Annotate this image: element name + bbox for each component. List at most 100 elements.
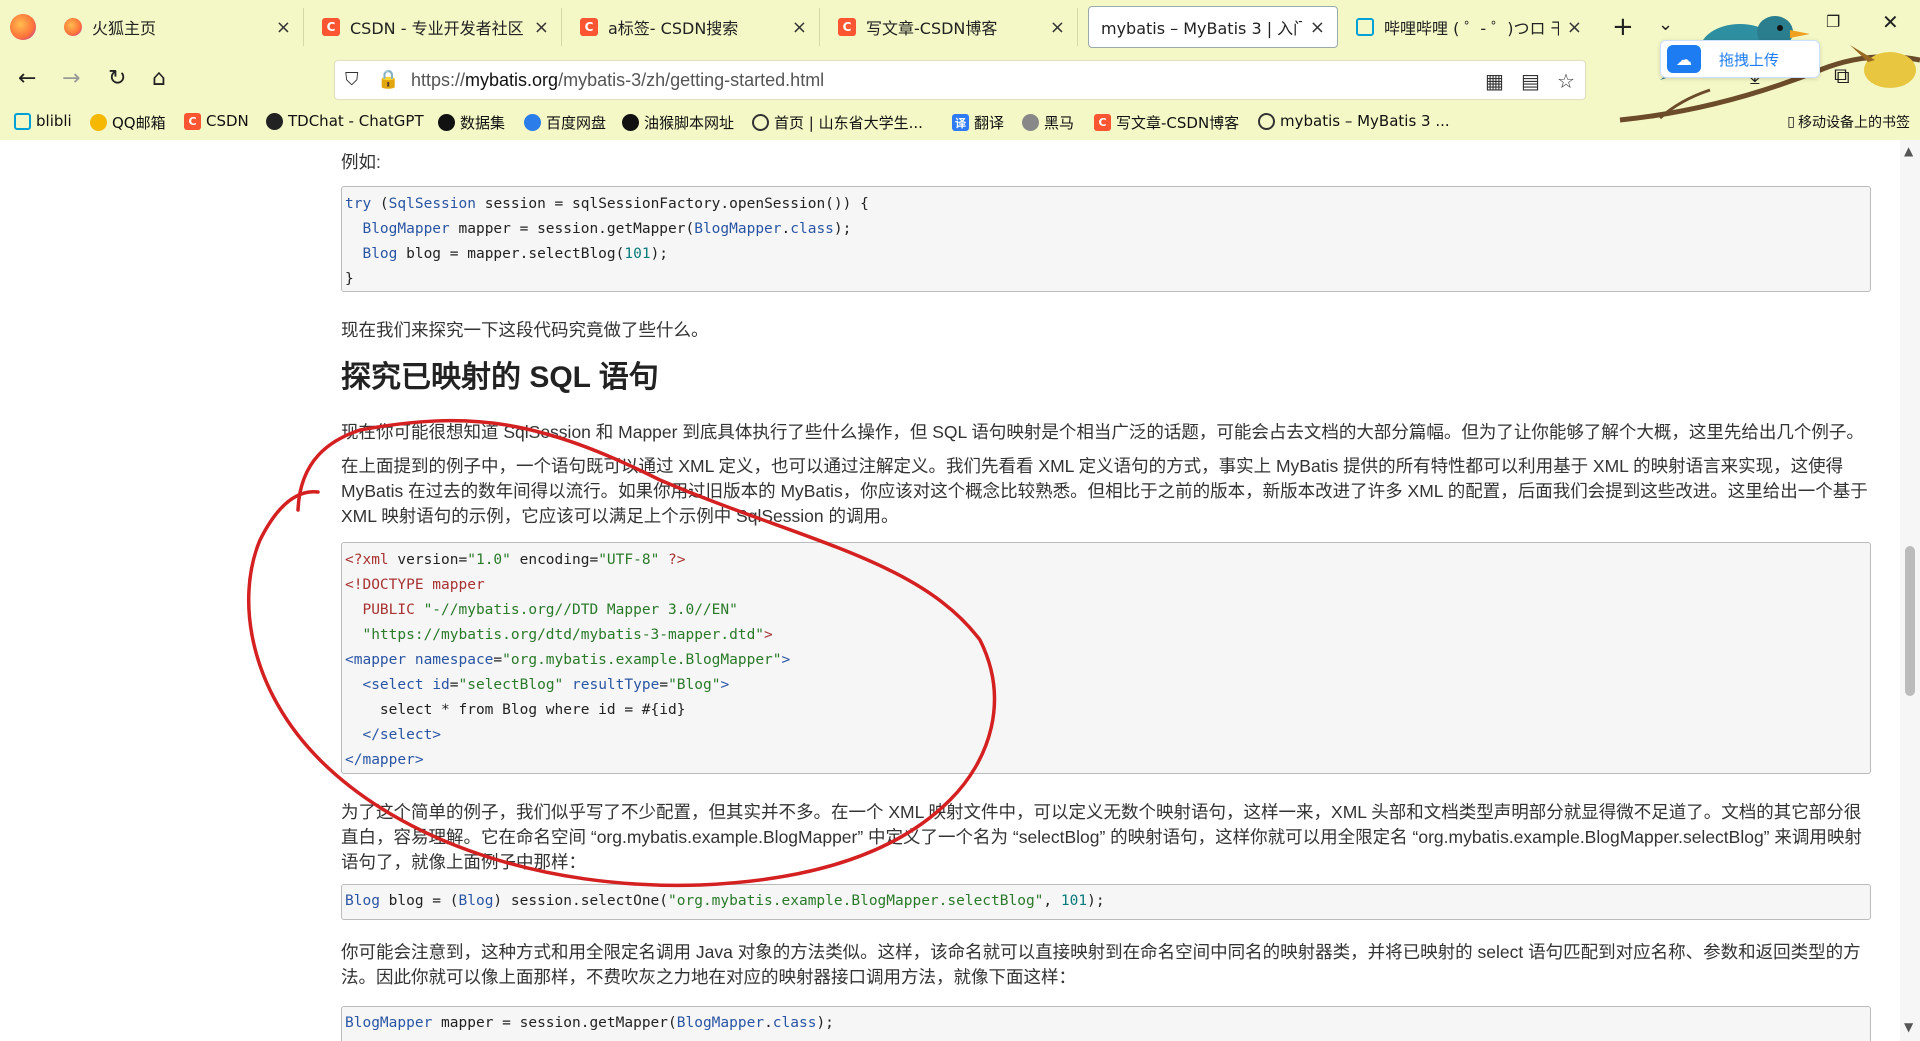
tab-title: 哔哩哔哩 ( ゜- ゜)つロ 干杯~	[1384, 19, 1559, 38]
code-block-java-2: Blog blog = (Blog) session.selectOne("or…	[341, 884, 1871, 920]
vertical-scrollbar[interactable]: ▲ ▼	[1900, 140, 1920, 1041]
tab-mybatis[interactable]: mybatis – MyBatis 3 | 入门 ×	[1088, 6, 1338, 48]
code-line: <?xml version="1.0" encoding="UTF-8" ?>	[345, 552, 686, 568]
tab-csdn-home[interactable]: C CSDN - 专业开发者社区 ×	[310, 8, 562, 46]
baidu-pan-icon	[524, 114, 541, 131]
close-icon[interactable]: ×	[534, 17, 549, 38]
qq-icon	[90, 114, 107, 131]
code-line: BlogMapper mapper = session.getMapper(Bl…	[345, 1015, 834, 1031]
csdn-icon: C	[580, 18, 598, 36]
bookmark-item[interactable]: C CSDN	[184, 112, 249, 130]
bookmark-item[interactable]: 油猴脚本网址	[622, 112, 734, 133]
close-icon[interactable]: ×	[792, 17, 807, 38]
page-content: 例如: try (SqlSession session = sqlSession…	[0, 140, 1900, 1041]
paragraph: 你可能会注意到，这种方式和用全限定名调用 Java 对象的方法类似。这样，该命名…	[341, 942, 1861, 987]
csdn-icon: C	[322, 18, 340, 36]
code-line: try (SqlSession session = sqlSessionFact…	[345, 196, 869, 212]
close-icon[interactable]: ×	[1050, 17, 1065, 38]
tab-csdn-search[interactable]: C a标签- CSDN搜索 ×	[568, 8, 820, 46]
paragraph: 现在你可能很想知道 SqlSession 和 Mapper 到底具体执行了些什么…	[341, 422, 1864, 442]
qr-code-icon[interactable]: ▦	[1485, 69, 1504, 93]
firefox-menu-icon[interactable]	[10, 14, 36, 40]
close-icon[interactable]: ×	[1310, 17, 1325, 38]
code-keyword: try	[345, 196, 372, 212]
bookmark-item[interactable]: TDChat - ChatGPT	[266, 112, 424, 130]
bookmark-item[interactable]: mybatis – MyBatis 3 ...	[1258, 112, 1450, 130]
bookmark-label: QQ邮箱	[112, 114, 166, 132]
tab-bilibili[interactable]: 哔哩哔哩 ( ゜- ゜)つロ 干杯~ ×	[1344, 8, 1594, 46]
scroll-down-arrow-icon[interactable]: ▼	[1904, 1020, 1913, 1034]
bookmark-label: TDChat - ChatGPT	[288, 112, 424, 130]
bookmark-label: 百度网盘	[546, 114, 607, 132]
code-line: PUBLIC "-//mybatis.org//DTD Mapper 3.0//…	[345, 602, 738, 618]
tab-title: 写文章-CSDN博客	[866, 19, 998, 38]
url-path: /mybatis-3/zh/getting-started.html	[558, 70, 825, 90]
reload-icon[interactable]: ↻	[108, 66, 126, 91]
code-line: "https://mybatis.org/dtd/mybatis-3-mappe…	[362, 627, 773, 643]
tab-title: CSDN - 专业开发者社区	[350, 19, 524, 38]
baidu-upload-button[interactable]: ☁ 拖拽上传	[1660, 40, 1820, 78]
bilibili-icon	[14, 112, 31, 130]
lock-icon[interactable]: 🔒	[377, 69, 399, 90]
code-line: BlogMapper mapper = session.getMapper(Bl…	[362, 221, 852, 237]
scrollbar-thumb[interactable]	[1905, 546, 1915, 696]
bookmark-item[interactable]: 译翻译	[952, 112, 1004, 133]
bookmark-label: blibli	[36, 112, 72, 130]
code-line: select * from Blog where id = #{id}	[345, 702, 686, 718]
bookmark-label: 黑马	[1044, 114, 1075, 132]
bookmark-label: 首页 | 山东省大学生...	[774, 114, 923, 132]
bookmark-item[interactable]: 数据集	[438, 112, 505, 133]
code-line: <!DOCTYPE mapper	[345, 577, 485, 593]
tab-firefox-home[interactable]: 火狐主页 ×	[52, 8, 304, 46]
bookmark-item[interactable]: 百度网盘	[524, 112, 606, 133]
code-line: </mapper>	[345, 752, 424, 768]
code-line: <mapper namespace="org.mybatis.example.B…	[345, 652, 791, 668]
bookmark-item[interactable]: 黑马	[1022, 112, 1074, 133]
globe-icon	[1258, 112, 1275, 130]
mobile-bookmarks-folder[interactable]: ▯ 移动设备上的书签	[1787, 112, 1910, 132]
tab-csdn-write[interactable]: C 写文章-CSDN博客 ×	[826, 8, 1078, 46]
tampermonkey-icon	[622, 114, 639, 131]
bookmark-item[interactable]: blibli	[14, 112, 72, 130]
globe-icon	[752, 114, 769, 131]
reader-view-icon[interactable]: ▤	[1521, 69, 1540, 93]
tab-title: a标签- CSDN搜索	[608, 19, 739, 38]
code-line: <select id="selectBlog" resultType="Blog…	[362, 677, 730, 693]
bookmark-label: mybatis – MyBatis 3 ...	[1280, 112, 1450, 130]
code-block-xml: <?xml version="1.0" encoding="UTF-8" ?> …	[341, 542, 1871, 774]
url-scheme: https://	[411, 70, 466, 90]
bookmark-label: 翻译	[974, 114, 1005, 132]
close-icon[interactable]: ×	[276, 17, 291, 38]
code-line: Blog blog = (Blog) session.selectOne("or…	[345, 893, 1105, 909]
paragraph: 在上面提到的例子中，一个语句既可以通过 XML 定义，也可以通过注解定义。我们先…	[341, 456, 1868, 526]
url-text[interactable]: https://mybatis.org/mybatis-3/zh/getting…	[411, 70, 824, 91]
heima-icon	[1022, 114, 1039, 131]
url-host: mybatis.org	[465, 70, 559, 90]
chatgpt-icon	[266, 112, 283, 130]
example-label: 例如:	[341, 152, 381, 172]
cloud-upload-icon: ☁	[1667, 45, 1701, 73]
csdn-icon: C	[838, 18, 856, 36]
code-block-java-1: try (SqlSession session = sqlSessionFact…	[341, 186, 1871, 292]
browser-chrome: 火狐主页 × C CSDN - 专业开发者社区 × C a标签- CSDN搜索 …	[0, 0, 1920, 140]
bookmark-star-icon[interactable]: ☆	[1557, 69, 1575, 93]
close-icon[interactable]: ×	[1567, 17, 1582, 38]
upload-label: 拖拽上传	[1719, 50, 1780, 69]
bookmark-item[interactable]: QQ邮箱	[90, 112, 166, 133]
scroll-up-arrow-icon[interactable]: ▲	[1904, 144, 1913, 158]
github-icon	[438, 114, 455, 131]
bookmark-item[interactable]: C 写文章-CSDN博客	[1094, 112, 1239, 133]
home-icon[interactable]: ⌂	[152, 66, 166, 91]
firefox-icon	[64, 18, 82, 36]
code-line: </select>	[362, 727, 442, 743]
section-heading: 探究已映射的 SQL 语句	[341, 361, 659, 394]
paragraph: 为了这个简单的例子，我们似乎写了不少配置，但其实并不多。在一个 XML 映射文件…	[341, 802, 1862, 872]
address-bar[interactable]: ⛉ 🔒 https://mybatis.org/mybatis-3/zh/get…	[334, 60, 1586, 100]
forward-arrow-icon[interactable]: →	[62, 66, 80, 91]
shield-icon[interactable]: ⛉	[345, 69, 359, 90]
back-arrow-icon[interactable]: ←	[18, 66, 36, 91]
tab-title: mybatis – MyBatis 3 | 入门	[1101, 19, 1302, 38]
code-block-java-3: BlogMapper mapper = session.getMapper(Bl…	[341, 1006, 1871, 1041]
bookmark-item[interactable]: 首页 | 山东省大学生...	[752, 112, 923, 133]
bookmark-label: 数据集	[460, 114, 506, 132]
